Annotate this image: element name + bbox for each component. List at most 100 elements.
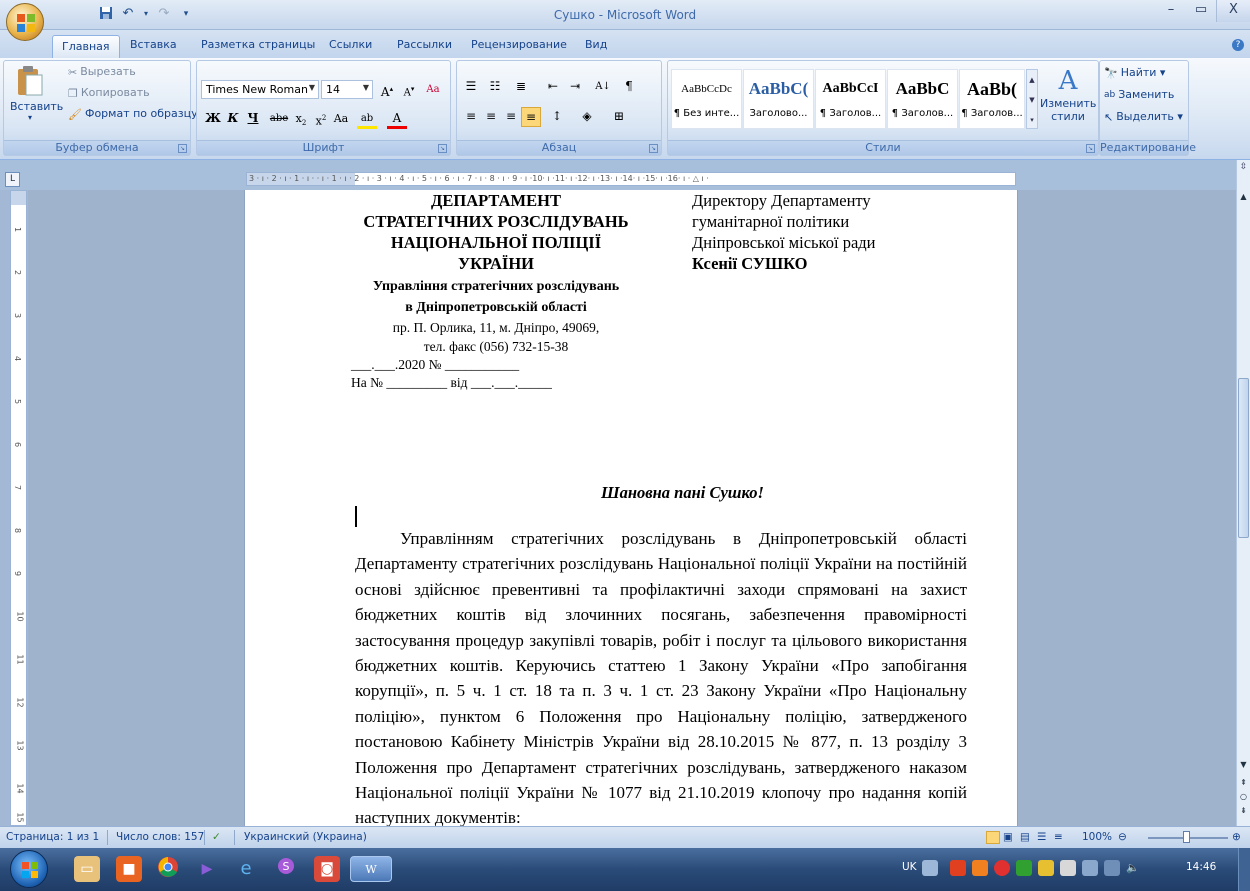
highlight-button[interactable]: ab [357,109,377,129]
tab-mailings[interactable]: Рассылки [397,38,452,51]
print-layout-view-icon[interactable] [986,831,1000,844]
tab-review[interactable]: Рецензирование [471,38,567,51]
clear-formatting-button[interactable]: Aa [423,80,443,100]
superscript-button[interactable]: x2 [311,109,331,129]
scrollbar-thumb[interactable] [1238,378,1249,538]
justify-button[interactable]: ≡ [521,107,541,127]
underline-button[interactable]: Ч [243,109,263,129]
document-page[interactable]: ДЕПАРТАМЕНТ СТРАТЕГІЧНИХ РОЗСЛІДУВАНЬ НА… [244,190,1018,826]
document-workspace[interactable]: ДЕПАРТАМЕНТ СТРАТЕГІЧНИХ РОЗСЛІДУВАНЬ НА… [28,190,1236,826]
format-painter-button[interactable]: 🖌 Формат по образцу [68,107,198,121]
tray-app-icon[interactable] [972,860,988,876]
paste-button[interactable]: Вставить ▾ [10,65,63,135]
flag-icon[interactable] [1060,860,1076,876]
style-heading-3[interactable]: AaBbC ¶ Заголов... [887,69,958,129]
grow-font-button[interactable]: A▴ [377,80,397,100]
show-marks-button[interactable]: ¶ [619,77,639,97]
previous-page-icon[interactable]: ⇞ [1237,778,1250,790]
close-button[interactable]: X [1216,0,1250,22]
zoom-level[interactable]: 100% [1082,831,1112,843]
minimize-button[interactable]: – [1156,0,1186,22]
italic-button[interactable]: К [223,109,243,129]
start-button[interactable] [10,850,48,888]
web-layout-view-icon[interactable]: ▤ [1020,831,1030,843]
page-count[interactable]: Страница: 1 из 1 [6,831,99,843]
next-page-icon[interactable]: ⇟ [1237,806,1250,818]
help-icon[interactable]: ? [1232,39,1244,51]
ccleaner-icon[interactable] [950,860,966,876]
tab-view[interactable]: Вид [585,38,607,51]
multilevel-list-button[interactable]: ≣ [511,77,531,97]
clipboard-dialog-launcher[interactable]: ↘ [178,144,187,153]
vertical-ruler[interactable]: 1 2 3 4 5 6 7 8 9 10 11 12 13 14 15 [10,190,27,826]
tab-selector-button[interactable]: L [5,172,20,187]
explorer-icon[interactable]: ▭ [74,856,100,882]
copy-button[interactable]: ❐ Копировать [68,86,150,100]
show-desktop-button[interactable] [1238,848,1250,891]
style-heading-2[interactable]: AaBbCcI ¶ Заголов... [815,69,886,129]
style-no-spacing[interactable]: AaBbCcDc ¶ Без инте... [671,69,742,129]
clock-time[interactable]: 14:46 [1186,861,1216,873]
zoom-slider-thumb[interactable] [1183,831,1190,843]
media-app-icon[interactable]: ■ [116,856,142,882]
styles-dialog-launcher[interactable]: ↘ [1086,144,1095,153]
styles-scroll[interactable]: ▲ ▼ ▾ [1026,69,1038,129]
change-styles-button[interactable]: A Изменить стили [1040,65,1096,123]
word-taskbar-button[interactable]: W [350,848,392,891]
network-tool-icon[interactable] [1016,860,1032,876]
zoom-out-button[interactable]: ⊖ [1118,831,1127,843]
borders-button[interactable]: ⊞ [609,107,629,127]
tab-page-layout[interactable]: Разметка страницы [201,38,315,51]
outline-view-icon[interactable]: ☰ [1037,831,1046,843]
font-size-combo[interactable]: 14 ▼ [321,80,373,99]
font-color-button[interactable]: A [387,109,407,129]
vertical-scrollbar[interactable]: ⇳ ▲ ▼ ⇞ ○ ⇟ [1236,160,1250,826]
subscript-button[interactable]: x2 [291,109,311,129]
scroll-up-arrow[interactable]: ▲ [1237,192,1250,204]
bullets-button[interactable]: ☰ [461,77,481,97]
network-icon[interactable] [1082,860,1098,876]
bold-button[interactable]: Ж [203,109,223,129]
select-button[interactable]: ↖ Выделить ▾ [1104,110,1183,124]
keyboard-icon[interactable] [922,860,938,876]
font-dialog-launcher[interactable]: ↘ [438,144,447,153]
draft-view-icon[interactable]: ≡ [1054,831,1063,843]
align-left-button[interactable]: ≡ [461,107,481,127]
language-indicator[interactable]: Украинский (Украина) [244,831,367,843]
decrease-indent-button[interactable]: ⇤ [543,77,563,97]
increase-indent-button[interactable]: ⇥ [565,77,585,97]
split-icon[interactable]: ⇳ [1237,162,1250,184]
word-count[interactable]: Число слов: 157 [116,831,204,843]
presentation-app-icon[interactable]: ◙ [314,856,340,882]
style-heading-1[interactable]: AaBbC( Заголово... [743,69,814,129]
line-spacing-button[interactable]: ↕ [547,107,567,127]
find-button[interactable]: 🔭 Найти ▾ [1104,66,1165,80]
media-player-icon[interactable]: ▶ [194,856,220,882]
zoom-in-button[interactable]: ⊕ [1232,831,1241,843]
antivirus-icon[interactable] [994,860,1010,876]
replace-button[interactable]: ab Заменить [1104,88,1174,101]
skype-icon[interactable]: S [273,856,299,882]
office-button[interactable] [6,3,44,41]
volume-icon[interactable]: 🔈 [1126,861,1139,874]
tab-home[interactable]: Главная [52,35,120,59]
horizontal-ruler[interactable]: 3 · ı · 2 · ı · 1 · ı · · ı · 1 · ı · 2 … [246,172,1016,186]
scroll-down-arrow[interactable]: ▼ [1237,760,1250,772]
spelling-check-icon[interactable]: ✓ [212,831,221,843]
align-center-button[interactable]: ≡ [481,107,501,127]
paragraph-dialog-launcher[interactable]: ↘ [649,144,658,153]
change-case-button[interactable]: Aa [331,109,351,129]
numbering-button[interactable]: ☷ [485,77,505,97]
shrink-font-button[interactable]: A▾ [399,80,419,100]
font-family-combo[interactable]: Times New Roman ▼ [201,80,319,99]
style-heading-4[interactable]: AaBb( ¶ Заголов... [959,69,1025,129]
align-right-button[interactable]: ≡ [501,107,521,127]
tab-references[interactable]: Ссылки [329,38,372,51]
update-icon[interactable] [1038,860,1054,876]
sort-button[interactable]: A↓ [593,77,613,97]
restore-button[interactable]: ▭ [1186,0,1216,22]
chrome-icon[interactable] [155,856,181,882]
internet-explorer-icon[interactable]: e [233,856,259,882]
language-indicator[interactable]: UK [902,861,917,873]
cut-button[interactable]: ✂ Вырезать [68,65,136,79]
